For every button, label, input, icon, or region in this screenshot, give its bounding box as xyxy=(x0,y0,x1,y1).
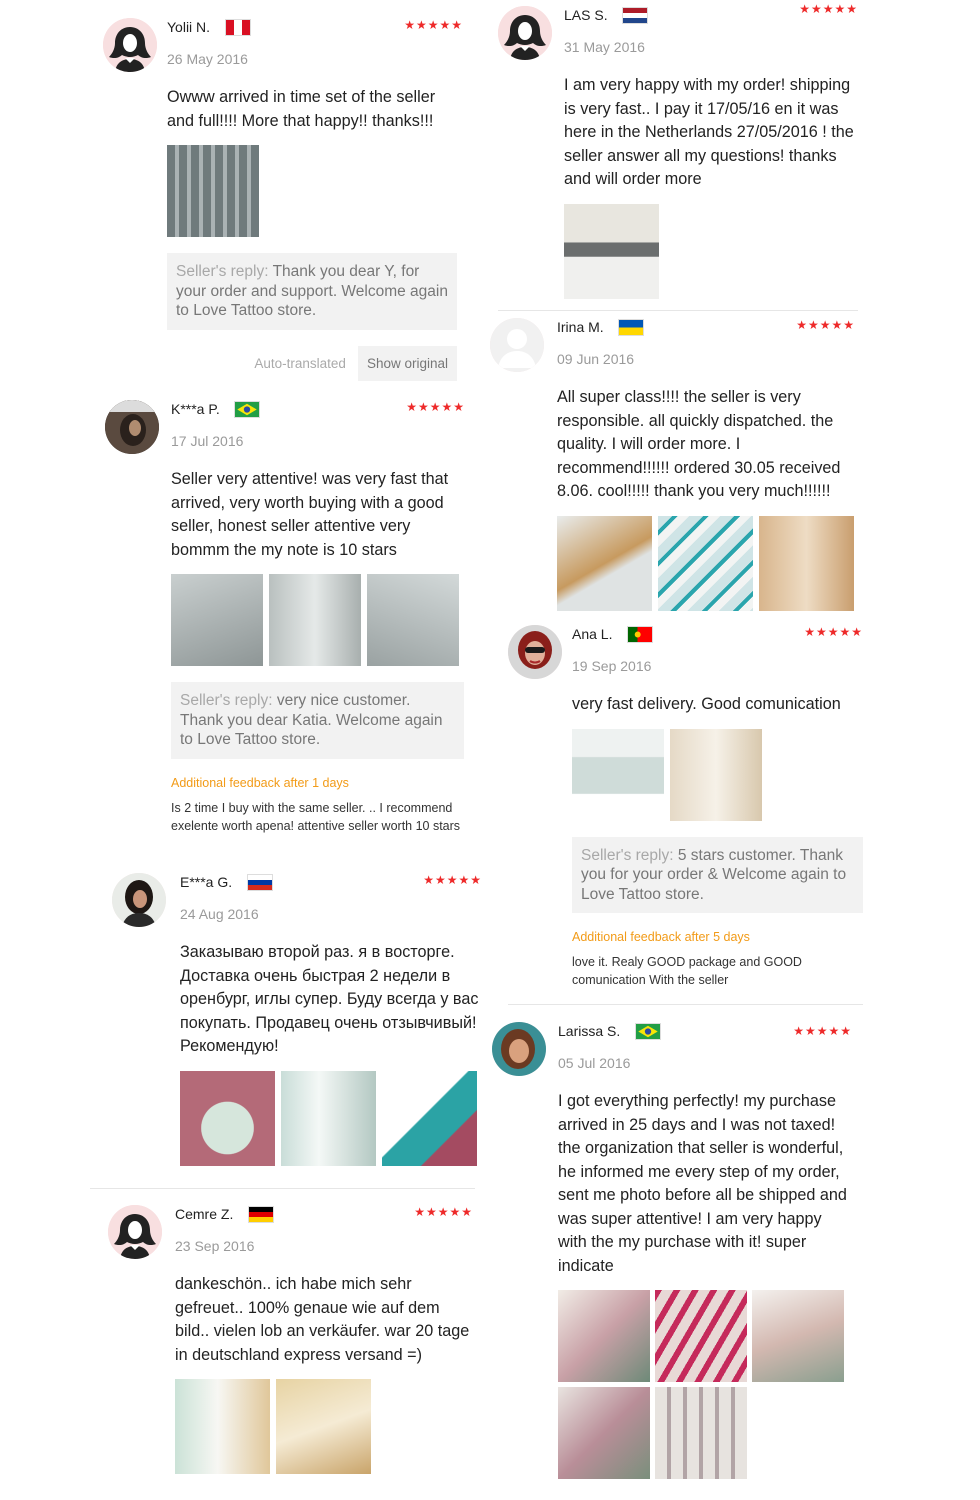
avatar xyxy=(498,6,552,60)
star-rating: ★★★★★ xyxy=(799,2,858,16)
review-date: 24 Aug 2016 xyxy=(180,906,259,922)
review-text: Seller very attentive! was very fast tha… xyxy=(171,470,449,559)
review-text: dankeschön.. ich habe mich sehr gefreuet… xyxy=(175,1275,470,1364)
review-photo[interactable] xyxy=(572,728,664,821)
review-photo[interactable] xyxy=(171,574,263,666)
review-photo[interactable] xyxy=(276,1379,371,1474)
divider xyxy=(498,310,858,311)
review-las: LAS S. ★★★★★ 31 May 2016 I am very happy… xyxy=(498,2,858,306)
review-photo[interactable] xyxy=(558,1290,650,1382)
review-irina: Irina M. ★★★★★ 09 Jun 2016 All super cla… xyxy=(490,318,855,618)
review-photo[interactable] xyxy=(167,145,259,237)
additional-feedback-label: Additional feedback after 1 days xyxy=(171,775,349,790)
seller-reply-label: Seller's reply: xyxy=(180,692,273,709)
reviewer-name: K***a P. xyxy=(171,401,220,417)
seller-reply-label: Seller's reply: xyxy=(581,846,674,864)
additional-feedback-text: love it. Realy GOOD package and GOOD com… xyxy=(572,955,802,987)
review-photo[interactable] xyxy=(759,515,854,611)
avatar xyxy=(492,1022,546,1076)
flag-russia-icon xyxy=(246,873,273,891)
reviewer-name: Larissa S. xyxy=(558,1023,621,1039)
divider xyxy=(90,1188,475,1189)
review-text: All super class!!!! the seller is very r… xyxy=(557,388,841,500)
seller-reply: Seller's reply: Thank you dear Y, for yo… xyxy=(167,253,457,330)
star-rating: ★★★★★ xyxy=(406,400,465,414)
review-photo[interactable] xyxy=(367,574,459,666)
flag-germany-icon xyxy=(247,1205,274,1223)
avatar xyxy=(103,18,157,72)
review-date: 23 Sep 2016 xyxy=(175,1238,255,1254)
review-ana: Ana L. ★★★★★ 19 Sep 2016 very fast deliv… xyxy=(508,625,863,995)
review-photo[interactable] xyxy=(670,728,762,821)
star-rating: ★★★★★ xyxy=(793,1024,852,1038)
review-yolii: Yolii N. ★★★★★ 26 May 2016 Owww arrived … xyxy=(103,18,463,381)
review-photo[interactable] xyxy=(658,515,753,611)
seller-reply: Seller's reply: very nice customer. Than… xyxy=(171,682,464,759)
review-date: 31 May 2016 xyxy=(564,39,645,55)
flag-netherlands-icon xyxy=(622,6,649,24)
review-photo[interactable] xyxy=(382,1070,477,1166)
avatar xyxy=(112,873,166,927)
avatar xyxy=(490,318,544,372)
review-photo[interactable] xyxy=(655,1387,747,1479)
flag-ukraine-icon xyxy=(618,318,645,336)
review-photo[interactable] xyxy=(655,1290,747,1382)
review-photo[interactable] xyxy=(564,203,659,299)
review-date: 17 Jul 2016 xyxy=(171,433,244,449)
flag-peru-icon xyxy=(224,18,251,36)
review-date: 09 Jun 2016 xyxy=(557,351,635,367)
show-original-button[interactable]: Show original xyxy=(357,345,457,381)
reviewer-name: LAS S. xyxy=(564,7,608,23)
star-rating: ★★★★★ xyxy=(423,873,482,887)
star-rating: ★★★★★ xyxy=(404,18,463,32)
review-photo[interactable] xyxy=(269,574,361,666)
review-cemre: Cemre Z. ★★★★★ 23 Sep 2016 dankeschön.. … xyxy=(108,1205,473,1485)
review-photo[interactable] xyxy=(180,1070,275,1166)
review-text: I got everything perfectly! my purchase … xyxy=(558,1092,847,1275)
review-text: very fast delivery. Good comunication xyxy=(572,695,841,713)
reviewer-name: Yolii N. xyxy=(167,19,211,35)
review-text: I am very happy with my order! shipping … xyxy=(564,76,854,188)
seller-reply: Seller's reply: 5 stars customer. Thank … xyxy=(572,836,863,913)
reviewer-name: Irina M. xyxy=(557,319,604,335)
flag-brazil-icon xyxy=(634,1022,661,1040)
review-photo[interactable] xyxy=(281,1070,376,1166)
review-photo[interactable] xyxy=(175,1379,270,1474)
reviewer-name: E***a G. xyxy=(180,874,233,890)
divider xyxy=(508,1004,863,1005)
flag-brazil-icon xyxy=(234,400,261,418)
star-rating: ★★★★★ xyxy=(796,318,855,332)
additional-feedback-text: Is 2 time I buy with the same seller. ..… xyxy=(171,800,461,833)
seller-reply-label: Seller's reply: xyxy=(176,263,269,280)
reviewer-name: Cemre Z. xyxy=(175,1206,234,1222)
additional-feedback-label: Additional feedback after 5 days xyxy=(572,930,750,944)
avatar xyxy=(105,400,159,454)
review-date: 19 Sep 2016 xyxy=(572,658,652,674)
auto-translated-label: Auto-translated xyxy=(254,355,346,371)
review-date: 05 Jul 2016 xyxy=(558,1055,631,1071)
flag-portugal-icon xyxy=(626,625,653,643)
review-kaa: K***a P. ★★★★★ 17 Jul 2016 Seller very a… xyxy=(105,400,465,860)
avatar xyxy=(508,625,562,679)
review-photo[interactable] xyxy=(557,515,652,611)
review-date: 26 May 2016 xyxy=(167,51,248,67)
review-text: Заказываю второй раз. я в восторге. Дост… xyxy=(180,943,479,1055)
reviewer-name: Ana L. xyxy=(572,626,613,642)
review-photo[interactable] xyxy=(752,1290,844,1382)
avatar xyxy=(108,1205,162,1259)
review-text: Owww arrived in time set of the seller a… xyxy=(167,88,436,130)
star-rating: ★★★★★ xyxy=(804,625,863,639)
review-photo[interactable] xyxy=(558,1387,650,1479)
review-eaa: E***a G. ★★★★★ 24 Aug 2016 Заказываю вто… xyxy=(112,873,482,1173)
star-rating: ★★★★★ xyxy=(414,1205,473,1219)
review-larissa: Larissa S. ★★★★★ 05 Jul 2016 I got every… xyxy=(492,1022,852,1482)
